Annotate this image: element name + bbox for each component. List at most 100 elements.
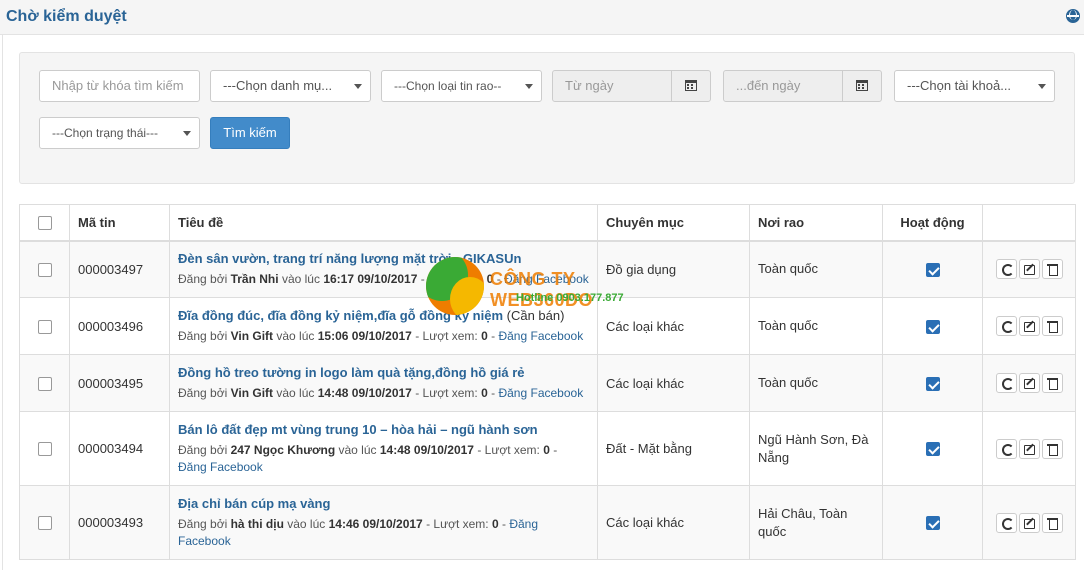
from-date-input[interactable]: Từ ngày [552, 70, 674, 102]
table-row: 000003495 Đồng hồ treo tường in logo làm … [19, 354, 1076, 412]
listing-views: 0 [481, 328, 488, 343]
edit-icon[interactable] [1018, 373, 1040, 393]
listing-meta: Đăng bởi 247 Ngọc Khương vào lúc 14:48 0… [178, 442, 558, 474]
trash-icon[interactable] [1041, 259, 1063, 280]
title-cell: Đèn sân vườn, trang trí năng lượng mặt t… [169, 240, 598, 298]
meta-views-label: - Lượt xem: [477, 442, 540, 457]
trash-icon[interactable] [1041, 438, 1063, 459]
refresh-icon[interactable] [995, 438, 1017, 459]
listing-id: 000003494 [69, 411, 170, 486]
search-button[interactable]: Tìm kiếm [210, 117, 290, 149]
listing-title-link[interactable]: Đồng hồ treo tường in logo làm quà tặng,… [178, 365, 525, 380]
post-facebook-link[interactable]: Đăng Facebook [498, 329, 583, 343]
listing-title-link[interactable]: Đĩa đồng đúc, đĩa đồng kỷ niệm,đĩa gỗ đồ… [178, 308, 503, 323]
meta-posted-by-label: Đăng bởi [178, 271, 228, 286]
meta-views-label: - Lượt xem: [420, 271, 484, 286]
listing-views: 0 [491, 516, 499, 531]
listing-location: Ngũ Hành Sơn, Đà Nẵng [749, 411, 883, 486]
listing-type-select[interactable]: ---Chọn loại tin rao-- [381, 70, 542, 102]
select-all-checkbox[interactable] [37, 216, 52, 231]
listing-location: Hải Châu, Toàn quốc [749, 485, 883, 560]
meta-posted-by-label: Đăng bởi [178, 385, 228, 400]
post-facebook-link[interactable]: Đăng Facebook [504, 272, 589, 286]
meta-at-label: vào lúc [276, 328, 315, 343]
listing-category: Các loại khác [597, 297, 750, 355]
edit-icon[interactable] [1018, 259, 1040, 280]
active-cell [882, 485, 983, 560]
status-select[interactable]: ---Chọn trạng thái--- [39, 117, 200, 149]
trash-icon[interactable] [1041, 512, 1063, 533]
active-checkbox[interactable] [925, 263, 940, 278]
active-cell [882, 297, 983, 355]
listing-id: 000003496 [69, 297, 170, 355]
listings-table: Mã tin Tiêu đề Chuyên mục Nơi rao Hoạt đ… [19, 204, 1076, 560]
row-select-cell [19, 354, 70, 412]
refresh-icon[interactable] [995, 316, 1017, 336]
edit-icon[interactable] [1018, 316, 1040, 336]
row-select-cell [19, 240, 70, 298]
listing-id: 000003497 [69, 240, 170, 298]
chevron-down-icon [1038, 84, 1046, 89]
listing-author: 247 Ngọc Khương [230, 442, 336, 457]
page-title: Chờ kiểm duyệt [6, 8, 127, 25]
listing-meta: Đăng bởi hà thi dịu vào lúc 14:46 09/10/… [178, 516, 539, 548]
calendar-icon [685, 80, 697, 91]
listing-time: 16:17 09/10/2017 [323, 271, 418, 286]
title-cell: Đĩa đồng đúc, đĩa đồng kỷ niệm,đĩa gỗ đồ… [169, 297, 598, 355]
row-checkbox[interactable] [37, 319, 52, 334]
account-select-value: ---Chọn tài khoả... [907, 78, 1012, 93]
listing-author: Vin Gift [230, 328, 274, 343]
listing-title-link[interactable]: Địa chỉ bán cúp mạ vàng [178, 496, 330, 511]
column-header-title: Tiêu đề [169, 204, 598, 242]
row-checkbox[interactable] [37, 442, 52, 457]
to-date-input[interactable]: ...đến ngày [723, 70, 845, 102]
listing-category: Các loại khác [597, 354, 750, 412]
listing-time: 15:06 09/10/2017 [317, 328, 412, 343]
to-date-calendar-button[interactable] [842, 70, 882, 102]
actions-cell [982, 240, 1076, 298]
column-header-actions [982, 204, 1076, 242]
edit-icon[interactable] [1018, 438, 1040, 459]
title-cell: Địa chỉ bán cúp mạ vàng Đăng bởi hà thi d… [169, 485, 598, 560]
globe-icon[interactable] [1066, 9, 1080, 23]
trash-icon[interactable] [1041, 316, 1063, 336]
listing-category: Các loại khác [597, 485, 750, 560]
title-cell: Bán lô đất đẹp mt vùng trung 10 – hòa hả… [169, 411, 598, 486]
listing-title-link[interactable]: Đèn sân vườn, trang trí năng lượng mặt t… [178, 251, 521, 266]
active-cell [882, 411, 983, 486]
refresh-icon[interactable] [995, 259, 1017, 280]
status-select-value: ---Chọn trạng thái--- [52, 126, 159, 140]
table-row: 000003497 Đèn sân vườn, trang trí năng lư… [19, 240, 1076, 298]
active-checkbox[interactable] [925, 516, 940, 531]
column-header-id: Mã tin [69, 204, 170, 242]
listing-title-link[interactable]: Bán lô đất đẹp mt vùng trung 10 – hòa hả… [178, 422, 538, 437]
account-select[interactable]: ---Chọn tài khoả... [894, 70, 1055, 102]
refresh-icon[interactable] [995, 512, 1017, 533]
row-checkbox[interactable] [37, 376, 52, 391]
search-input[interactable]: Nhập từ khóa tìm kiếm [39, 70, 200, 102]
row-checkbox[interactable] [37, 263, 52, 278]
active-cell [882, 354, 983, 412]
listing-author: Vin Gift [230, 385, 274, 400]
listing-location: Toàn quốc [749, 240, 883, 298]
category-select[interactable]: ---Chọn danh mụ... [210, 70, 371, 102]
category-select-value: ---Chọn danh mụ... [223, 78, 333, 93]
listing-author: hà thi dịu [230, 516, 284, 531]
post-facebook-link[interactable]: Đăng Facebook [178, 460, 263, 474]
active-checkbox[interactable] [925, 376, 940, 391]
post-facebook-link[interactable]: Đăng Facebook [498, 386, 583, 400]
edit-icon[interactable] [1018, 512, 1040, 533]
trash-icon[interactable] [1041, 373, 1063, 393]
listing-meta: Đăng bởi Trần Nhi vào lúc 16:17 09/10/20… [178, 271, 589, 286]
active-checkbox[interactable] [925, 319, 940, 334]
chevron-down-icon [525, 84, 533, 89]
meta-at-label: vào lúc [276, 385, 315, 400]
row-checkbox[interactable] [37, 516, 52, 531]
select-all-cell [19, 204, 70, 242]
listing-views: 0 [481, 385, 488, 400]
refresh-icon[interactable] [995, 373, 1017, 393]
listing-author: Trần Nhi [230, 271, 279, 286]
listing-id: 000003495 [69, 354, 170, 412]
active-checkbox[interactable] [925, 442, 940, 457]
from-date-calendar-button[interactable] [671, 70, 711, 102]
